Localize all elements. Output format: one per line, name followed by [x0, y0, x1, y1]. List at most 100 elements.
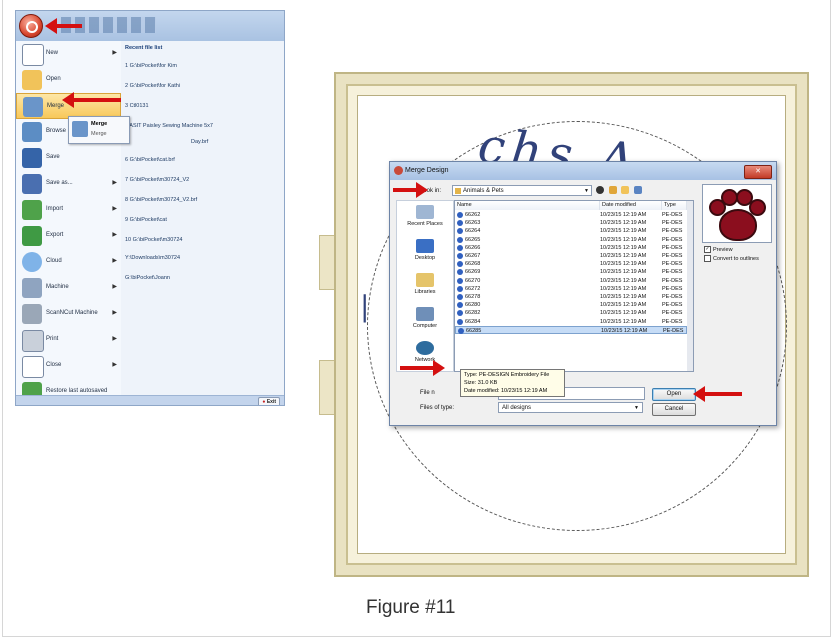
menu-item-print[interactable]: Print ▶ [16, 327, 121, 353]
recent-file-item[interactable]: 9 G:\biPocket\cat [125, 217, 167, 223]
preview-label: Preview [713, 246, 733, 253]
menu-item-label: Cloud [46, 258, 62, 264]
view-menu-icon[interactable] [634, 186, 643, 194]
menu-item-open[interactable]: Open [16, 67, 121, 93]
app-orb-button[interactable] [19, 14, 43, 38]
file-name-cell: 66269 [465, 269, 481, 276]
back-icon[interactable] [596, 186, 604, 194]
menu-item-label: ScanNCut Machine [46, 310, 98, 316]
column-header-date[interactable]: Date modified [600, 201, 662, 210]
close-button[interactable]: ✕ [744, 165, 772, 179]
recent-file-item[interactable]: Y:\Downloads\m30724 [125, 255, 180, 261]
design-file-icon [457, 294, 463, 300]
menu-item-label: Import [46, 206, 64, 212]
column-header-name[interactable]: Name [455, 201, 600, 210]
browse-icon [22, 122, 42, 142]
new-folder-icon[interactable] [621, 186, 630, 194]
red-arrow-merge [62, 92, 121, 108]
file-name-cell: 66280 [465, 302, 481, 309]
merge-tooltip-desc: Merge [91, 131, 107, 137]
recent-file-item[interactable]: Day.brf [191, 139, 208, 145]
menu-item-save-as[interactable]: Save as... ▶ [16, 171, 121, 197]
recent-file-item[interactable]: 2 G:\biPocket\for Kathi [125, 83, 180, 89]
recent-file-item[interactable]: 4 ASIT Paisley Sewing Machine 5x7 [125, 123, 213, 129]
file-list-scrollbar[interactable] [687, 201, 693, 371]
file-row[interactable]: 66265 10/23/15 12:19 AM PE-DES [455, 236, 687, 244]
design-file-icon [457, 277, 463, 284]
desktop-icon [416, 239, 434, 253]
chevron-right-icon: ▶ [112, 50, 117, 56]
file-row[interactable]: 66284 10/23/15 12:19 AM PE-DES [455, 318, 687, 326]
red-arrow-file [400, 366, 436, 370]
file-name-cell: 66266 [465, 244, 481, 251]
file-row[interactable]: 66282 10/23/15 12:19 AM PE-DES [455, 309, 687, 317]
file-row[interactable]: 66272 10/23/15 12:19 AM PE-DES [455, 285, 687, 293]
file-row[interactable]: 66270 10/23/15 12:19 AM PE-DES [455, 277, 687, 285]
preview-checkbox[interactable]: ✓ Preview [704, 246, 733, 253]
menu-item-scanncut[interactable]: ScanNCut Machine ▶ [16, 301, 121, 327]
menu-item-new[interactable]: New ▶ [16, 41, 121, 67]
file-row[interactable]: 66269 10/23/15 12:19 AM PE-DES [455, 268, 687, 276]
merge-icon [23, 97, 43, 117]
chevron-right-icon: ▶ [112, 258, 117, 264]
menu-item-machine[interactable]: Machine ▶ [16, 275, 121, 301]
menu-item-label: Export [46, 232, 64, 238]
file-row[interactable]: 66280 10/23/15 12:19 AM PE-DES [455, 301, 687, 309]
file-date-cell: 10/23/15 12:19 AM [600, 310, 647, 317]
design-file-icon [457, 236, 463, 243]
file-row[interactable]: 66264 10/23/15 12:19 AM PE-DES [455, 227, 687, 235]
file-row[interactable]: 66285 10/23/15 12:19 AM PE-DES [455, 325, 687, 334]
file-date-cell: 10/23/15 12:19 AM [600, 212, 647, 218]
export-icon [22, 226, 42, 246]
files-of-type-value: All designs [502, 405, 532, 411]
place-recent[interactable]: Recent Places [397, 205, 453, 227]
design-file-icon [457, 318, 463, 325]
recent-file-item[interactable]: 6 G:\biPocket\cat.brf [125, 157, 175, 163]
menu-item-import[interactable]: Import ▶ [16, 197, 121, 223]
recent-file-item[interactable]: 3 Ctl0131 [125, 103, 149, 109]
design-file-icon [457, 285, 463, 292]
design-file-icon [457, 261, 463, 268]
recent-file-item[interactable]: 10 G:\biPocket\m30724 [125, 237, 182, 243]
file-row[interactable]: 66263 10/23/15 12:19 AM PE-DES [455, 219, 687, 227]
file-name-cell: 66270 [465, 277, 481, 284]
menu-item-export[interactable]: Export ▶ [16, 223, 121, 249]
file-type-cell: PE-DES [662, 310, 683, 317]
red-arrow-look-in [393, 188, 419, 192]
recent-file-item[interactable]: G:\biPocket\Joann [125, 275, 170, 281]
recent-file-item[interactable]: 8 G:\biPocket\m30724_V2.brf [125, 197, 197, 203]
file-row[interactable]: 66278 10/23/15 12:19 AM PE-DES [455, 293, 687, 301]
place-libraries[interactable]: Libraries [397, 273, 453, 295]
files-of-type-select[interactable]: All designs ▼ [498, 402, 643, 413]
network-icon [416, 341, 434, 355]
recent-file-item[interactable]: 7 G:\biPocket\m30724_V2 [125, 177, 189, 183]
file-type-cell: PE-DES [662, 212, 683, 218]
file-row[interactable]: 66267 10/23/15 12:19 AM PE-DES [455, 252, 687, 260]
file-row[interactable]: 66266 10/23/15 12:19 AM PE-DES [455, 244, 687, 252]
close-file-icon [22, 356, 44, 378]
checkbox-empty-icon [704, 255, 711, 262]
up-folder-icon[interactable] [608, 186, 617, 194]
cancel-button[interactable]: Cancel [652, 403, 696, 416]
menu-item-cloud[interactable]: Cloud ▶ [16, 249, 121, 275]
exit-button[interactable]: ● Exit [258, 397, 280, 405]
column-header-type[interactable]: Type [662, 201, 687, 210]
place-desktop[interactable]: Desktop [397, 239, 453, 261]
file-row[interactable]: 66268 10/23/15 12:19 AM PE-DES [455, 260, 687, 268]
checkbox-checked-icon: ✓ [704, 246, 711, 253]
file-type-cell: PE-DES [662, 228, 683, 235]
open-button[interactable]: Open [652, 388, 696, 401]
file-name-cell: 66268 [465, 261, 481, 268]
menu-item-save[interactable]: Save [16, 145, 121, 171]
place-label: Libraries [414, 289, 436, 295]
file-name-cell: 66284 [465, 318, 481, 325]
recent-file-item[interactable]: 1 G:\biPocket\for Kim [125, 63, 177, 69]
look-in-dropdown[interactable]: Animals & Pets ▼ [452, 185, 592, 196]
place-computer[interactable]: Computer [397, 307, 453, 329]
menu-item-close[interactable]: Close ▶ [16, 353, 121, 379]
convert-outlines-checkbox[interactable]: Convert to outlines [704, 255, 759, 262]
file-row[interactable]: 66262 10/23/15 12:19 AM PE-DES [455, 211, 687, 219]
file-date-cell: 10/23/15 12:19 AM [600, 236, 647, 243]
chevron-right-icon: ▶ [112, 310, 117, 316]
file-type-cell: PE-DES [662, 244, 683, 251]
